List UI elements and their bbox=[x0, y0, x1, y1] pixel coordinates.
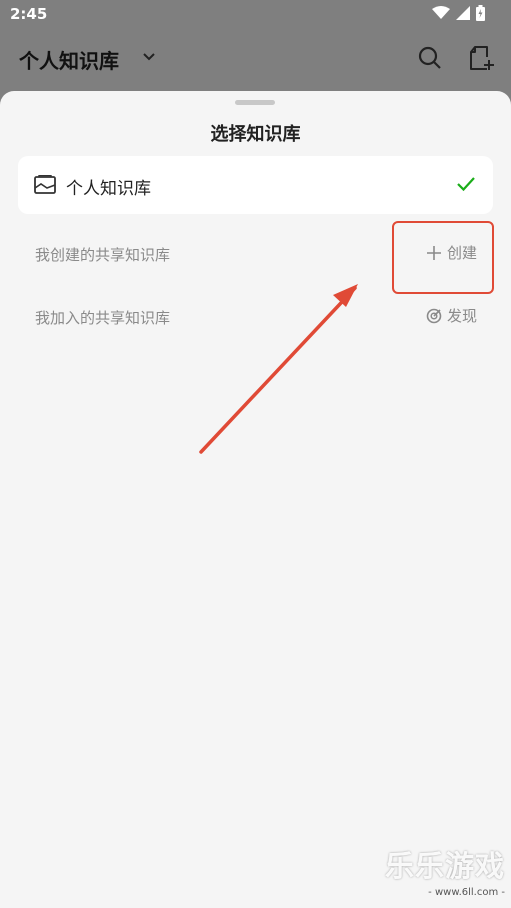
annotation-arrow bbox=[199, 284, 358, 454]
watermark-logo: 乐乐游戏 - www.6ll.com - bbox=[385, 843, 505, 898]
watermark-title: 乐乐游戏 bbox=[384, 849, 505, 883]
watermark-url: - www.6ll.com - bbox=[428, 887, 505, 898]
